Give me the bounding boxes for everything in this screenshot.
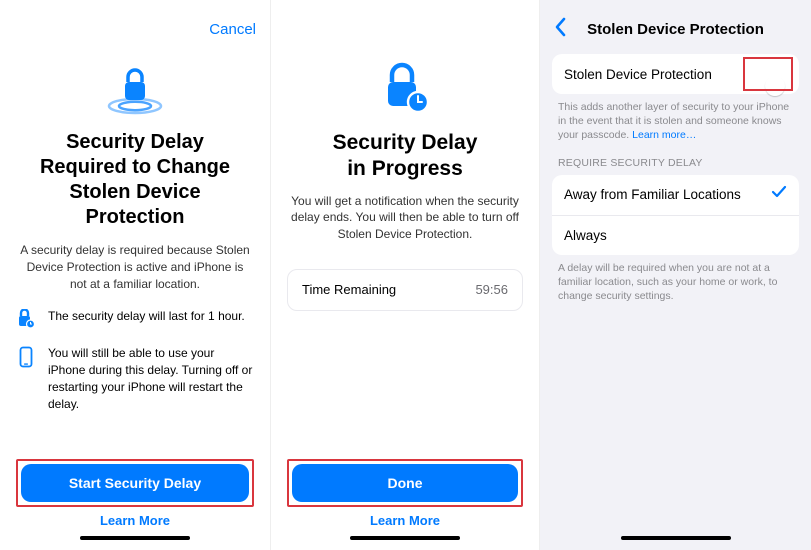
nav-title: Stolen Device Protection	[540, 21, 811, 38]
lock-clock-hero-icon	[287, 60, 523, 116]
page-body: You will get a notification when the sec…	[287, 193, 523, 243]
home-indicator[interactable]	[80, 536, 190, 540]
page-title: Security Delayin Progress	[287, 130, 523, 183]
info-row-duration: The security delay will last for 1 hour.	[16, 308, 254, 329]
toggle-label: Stolen Device Protection	[564, 67, 712, 82]
section-header: REQUIRE SECURITY DELAY	[558, 157, 793, 169]
option-label: Always	[564, 228, 607, 243]
learn-more-link[interactable]: Learn More	[287, 513, 523, 528]
bottom-bar: Done Learn More	[271, 459, 539, 550]
nav-bar	[271, 12, 539, 46]
info-text: The security delay will last for 1 hour.	[48, 308, 254, 325]
screen-security-delay-required: Cancel Security Delay Required to Change…	[0, 0, 270, 550]
cancel-button[interactable]: Cancel	[209, 21, 256, 38]
nav-bar: Stolen Device Protection	[540, 12, 811, 46]
delay-option-group: Away from Familiar Locations Always	[552, 175, 799, 255]
info-list: The security delay will last for 1 hour.…	[16, 308, 254, 412]
bottom-bar	[540, 528, 811, 550]
nav-bar: Cancel	[0, 12, 270, 46]
status-bar	[271, 0, 539, 12]
done-button[interactable]: Done	[292, 464, 518, 502]
screen-sdp-settings: Stolen Device Protection Stolen Device P…	[540, 0, 811, 550]
option-always[interactable]: Always	[552, 215, 799, 255]
back-button[interactable]	[554, 17, 566, 41]
helper-text: This adds another layer of security to y…	[558, 100, 793, 143]
footer-text: A delay will be required when you are no…	[558, 261, 793, 304]
page-body: A security delay is required because Sto…	[16, 242, 254, 292]
status-bar	[540, 0, 811, 12]
content: Security Delayin Progress You will get a…	[271, 60, 539, 311]
content: Security Delay Required to Change Stolen…	[0, 56, 270, 413]
lock-ripple-icon	[16, 56, 254, 120]
lock-clock-icon	[16, 308, 36, 329]
highlight-annotation: Done	[287, 459, 523, 507]
highlight-annotation: Start Security Delay	[16, 459, 254, 507]
time-remaining-row: Time Remaining 59:56	[287, 269, 523, 311]
start-security-delay-button[interactable]: Start Security Delay	[21, 464, 249, 502]
home-indicator[interactable]	[350, 536, 460, 540]
content: Stolen Device Protection This adds anoth…	[540, 46, 811, 303]
learn-more-link[interactable]: Learn More	[16, 513, 254, 528]
status-bar	[0, 0, 270, 12]
time-remaining-value: 59:56	[475, 282, 508, 297]
option-away-familiar[interactable]: Away from Familiar Locations	[552, 175, 799, 215]
learn-more-link[interactable]: Learn more…	[632, 129, 696, 141]
checkmark-icon	[771, 185, 787, 204]
time-remaining-label: Time Remaining	[302, 282, 396, 297]
home-indicator[interactable]	[621, 536, 731, 540]
iphone-icon	[16, 345, 36, 368]
page-title: Security Delay Required to Change Stolen…	[16, 130, 254, 230]
bottom-bar: Start Security Delay Learn More	[0, 459, 270, 550]
highlight-annotation	[743, 57, 793, 91]
option-label: Away from Familiar Locations	[564, 187, 741, 202]
screen-security-delay-progress: Security Delayin Progress You will get a…	[270, 0, 540, 550]
toggle-section: Stolen Device Protection	[552, 54, 799, 94]
info-text: You will still be able to use your iPhon…	[48, 345, 254, 412]
info-row-usage: You will still be able to use your iPhon…	[16, 345, 254, 412]
